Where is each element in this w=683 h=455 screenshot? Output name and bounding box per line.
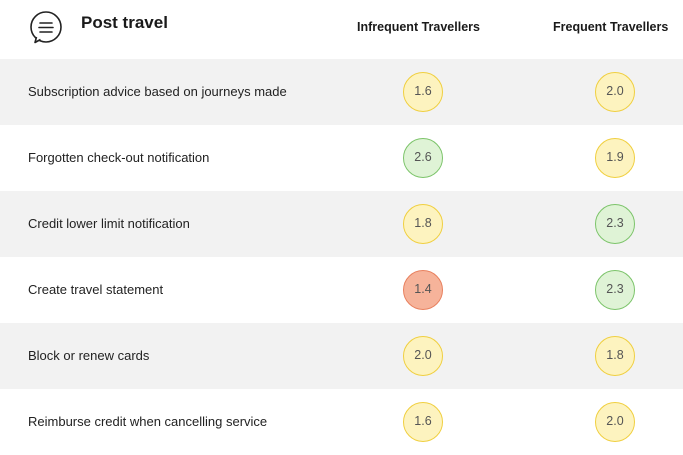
row-label: Subscription advice based on journeys ma… (28, 84, 287, 99)
score-badge-infrequent: 1.6 (403, 72, 443, 112)
column-header-frequent: Frequent Travellers (553, 20, 669, 34)
score-badge-infrequent: 1.4 (403, 270, 443, 310)
row-label: Credit lower limit notification (28, 216, 190, 231)
score-table: Subscription advice based on journeys ma… (0, 59, 683, 455)
table-row: Block or renew cards 2.0 1.8 (0, 323, 683, 389)
table-row: Forgotten check-out notification 2.6 1.9 (0, 125, 683, 191)
table-row: Subscription advice based on journeys ma… (0, 59, 683, 125)
score-badge-frequent: 1.8 (595, 336, 635, 376)
score-badge-infrequent: 2.0 (403, 336, 443, 376)
score-badge-frequent: 2.3 (595, 204, 635, 244)
row-label: Reimburse credit when cancelling service (28, 414, 268, 429)
table-row: Credit lower limit notification 1.8 2.3 (0, 191, 683, 257)
score-badge-frequent: 2.0 (595, 402, 635, 442)
score-badge-frequent: 2.0 (595, 72, 635, 112)
page-title: Post travel (81, 13, 168, 32)
row-label: Forgotten check-out notification (28, 150, 210, 165)
score-badge-frequent: 2.3 (595, 270, 635, 310)
speech-bubble-icon (30, 11, 62, 44)
row-label: Create travel statement (28, 282, 164, 297)
table-header: Post travel Infrequent Travellers Freque… (0, 0, 683, 56)
column-header-infrequent: Infrequent Travellers (357, 20, 480, 34)
row-label: Block or renew cards (28, 348, 150, 363)
score-badge-infrequent: 2.6 (403, 138, 443, 178)
score-badge-frequent: 1.9 (595, 138, 635, 178)
table-row: Reimburse credit when cancelling service… (0, 389, 683, 455)
table-row: Create travel statement 1.4 2.3 (0, 257, 683, 323)
score-badge-infrequent: 1.6 (403, 402, 443, 442)
score-badge-infrequent: 1.8 (403, 204, 443, 244)
